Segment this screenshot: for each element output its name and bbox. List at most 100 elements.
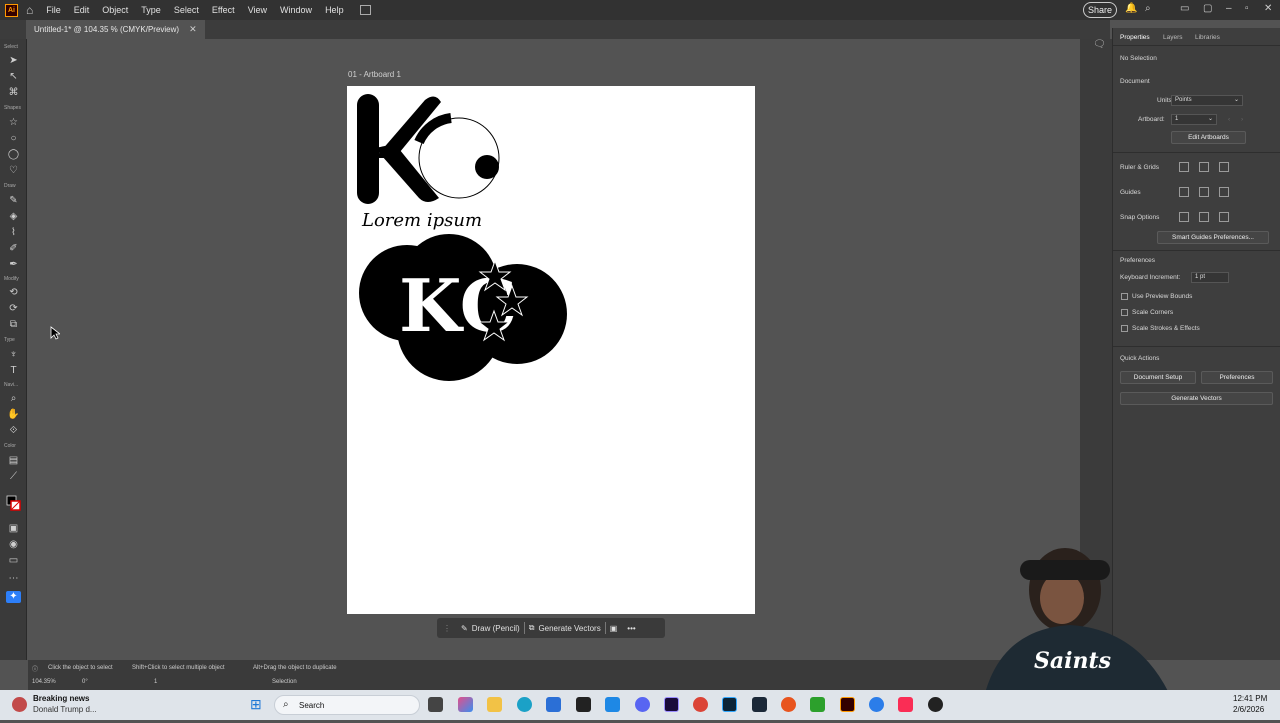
artboard-select[interactable]: 1 ⌄	[1171, 114, 1217, 125]
artboard-number[interactable]: 1	[154, 679, 157, 685]
artboard[interactable]: Lorem ipsum KC	[347, 86, 755, 614]
shape-tool-icon[interactable]: ◯	[6, 149, 21, 161]
reflect-tool-icon[interactable]: ⟳	[6, 303, 21, 315]
blob-brush-tool-icon[interactable]: ✐	[6, 243, 21, 255]
menu-object[interactable]: Object	[102, 5, 128, 15]
home-icon[interactable]: ⌂	[26, 3, 33, 17]
generate-vectors-button[interactable]: Generate Vectors	[538, 624, 600, 633]
type-on-path-tool-icon[interactable]: ♆	[6, 349, 21, 361]
eyedropper-tool-icon[interactable]: ⟋	[6, 471, 21, 483]
menu-help[interactable]: Help	[325, 5, 344, 15]
menu-effect[interactable]: Effect	[212, 5, 235, 15]
news-subtitle[interactable]: Donald Trump d...	[33, 705, 97, 714]
lasso-tool-icon[interactable]: ⌘	[6, 87, 21, 99]
draw-mode-icon[interactable]: ◉	[6, 539, 21, 551]
image-options-icon[interactable]: ▣	[610, 624, 618, 633]
task-view-icon[interactable]	[428, 697, 443, 712]
next-artboard-icon[interactable]: ›	[1241, 116, 1243, 123]
file-explorer-icon[interactable]	[487, 697, 502, 712]
music-icon[interactable]	[898, 697, 913, 712]
brush-tool-icon[interactable]: ⌇	[6, 227, 21, 239]
zoom-tool-icon[interactable]: ⌕	[6, 393, 21, 405]
snap-to-point-icon[interactable]	[1179, 212, 1189, 222]
close-tab-icon[interactable]: ✕	[189, 24, 197, 35]
firefox-icon[interactable]	[781, 697, 796, 712]
star-tool-icon[interactable]: ☆	[6, 117, 21, 129]
obs-icon[interactable]	[928, 697, 943, 712]
more-tools-icon[interactable]: ⋯	[6, 573, 21, 585]
comments-icon[interactable]: 🗨	[1093, 39, 1106, 50]
lightroom-icon[interactable]	[722, 697, 737, 712]
draw-pencil-button[interactable]: Draw (Pencil)	[472, 624, 520, 633]
menu-type[interactable]: Type	[141, 5, 161, 15]
logo-tagline[interactable]: Lorem ipsum	[361, 210, 482, 231]
drag-handle-icon[interactable]: ⋮	[443, 624, 451, 633]
maximize-icon[interactable]: ▫	[1245, 3, 1249, 14]
smart-guides-preferences-button[interactable]: Smart Guides Preferences...	[1157, 231, 1269, 244]
gradient-tool-icon[interactable]: ▤	[6, 455, 21, 467]
bell-icon[interactable]: 🔔	[1125, 3, 1137, 14]
hand-tool-icon[interactable]: ✋	[6, 409, 21, 421]
snap-to-pixel-icon[interactable]	[1219, 212, 1229, 222]
scale-strokes-checkbox[interactable]	[1121, 325, 1128, 332]
arrange-documents-icon[interactable]	[359, 5, 371, 15]
snap-to-grid-icon[interactable]	[1199, 212, 1209, 222]
make-guides-icon[interactable]	[1219, 187, 1229, 197]
scale-corners-checkbox[interactable]	[1121, 309, 1128, 316]
edit-artboards-button[interactable]: Edit Artboards	[1171, 131, 1246, 144]
steam-icon[interactable]	[752, 697, 767, 712]
share-button[interactable]: Share	[1083, 2, 1117, 18]
menu-file[interactable]: File	[46, 5, 61, 15]
artwork[interactable]: Lorem ipsum KC	[347, 86, 755, 614]
taskbar-search-box[interactable]: ⌕ Search	[274, 695, 420, 715]
selection-tool-icon[interactable]: ➤	[6, 55, 21, 67]
ruler-icon[interactable]	[1179, 162, 1189, 172]
edge-icon[interactable]	[517, 697, 532, 712]
news-title[interactable]: Breaking news	[33, 694, 89, 703]
workspace-icon[interactable]: ▭	[1180, 3, 1189, 14]
mail-icon[interactable]	[605, 697, 620, 712]
pencil-tool-icon[interactable]: ✎	[6, 195, 21, 207]
rotation-value[interactable]: 0°	[82, 679, 88, 685]
tab-libraries[interactable]: Libraries	[1195, 34, 1220, 41]
pixel-grid-icon[interactable]	[1219, 162, 1229, 172]
clock-time[interactable]: 12:41 PM	[1233, 694, 1267, 703]
panel-icon[interactable]: ▢	[1203, 3, 1212, 14]
menu-select[interactable]: Select	[174, 5, 199, 15]
menu-edit[interactable]: Edit	[74, 5, 90, 15]
document-setup-button[interactable]: Document Setup	[1120, 371, 1196, 384]
color-mode-icon[interactable]: ▣	[6, 523, 21, 535]
rotate-tool-icon[interactable]: ⟲	[6, 287, 21, 299]
prev-artboard-icon[interactable]: ‹	[1228, 116, 1230, 123]
tab-layers[interactable]: Layers	[1163, 34, 1183, 41]
zoom-level[interactable]: 104.35%	[32, 679, 56, 685]
illustrator-taskbar-icon[interactable]	[840, 697, 855, 712]
discord-icon[interactable]	[635, 697, 650, 712]
xbox-icon[interactable]	[810, 697, 825, 712]
show-guides-icon[interactable]	[1179, 187, 1189, 197]
eraser-tool-icon[interactable]: ◈	[6, 211, 21, 223]
lock-guides-icon[interactable]	[1199, 187, 1209, 197]
copilot-icon[interactable]	[458, 697, 473, 712]
news-widget-icon[interactable]	[12, 697, 27, 712]
app-icon[interactable]	[869, 697, 884, 712]
scale-tool-icon[interactable]: ⧉	[6, 319, 21, 331]
tab-properties[interactable]: Properties	[1120, 34, 1150, 41]
k-logo-graphic[interactable]	[357, 94, 500, 204]
screen-mode-icon[interactable]: ▭	[6, 555, 21, 567]
search-icon[interactable]: ⌕	[1145, 3, 1151, 14]
store-icon[interactable]	[546, 697, 561, 712]
ellipse-tool-icon[interactable]: ○	[6, 133, 21, 145]
windows-start-icon[interactable]: ⊞	[250, 696, 262, 713]
pen-tool-icon[interactable]: ✒	[6, 259, 21, 271]
contextual-taskbar-icon[interactable]: ✦	[6, 591, 21, 603]
more-options-icon[interactable]: •••	[627, 624, 635, 633]
preferences-button[interactable]: Preferences	[1201, 371, 1273, 384]
minimize-icon[interactable]: –	[1226, 3, 1232, 14]
rotate-view-tool-icon[interactable]: ⟐	[6, 425, 21, 437]
units-select[interactable]: Points ⌄	[1171, 95, 1243, 106]
clock-date[interactable]: 2/6/2026	[1233, 705, 1264, 714]
type-tool-icon[interactable]: T	[6, 365, 21, 377]
premiere-icon[interactable]	[664, 697, 679, 712]
kc-cloud-logo-graphic[interactable]: KC	[359, 234, 567, 381]
